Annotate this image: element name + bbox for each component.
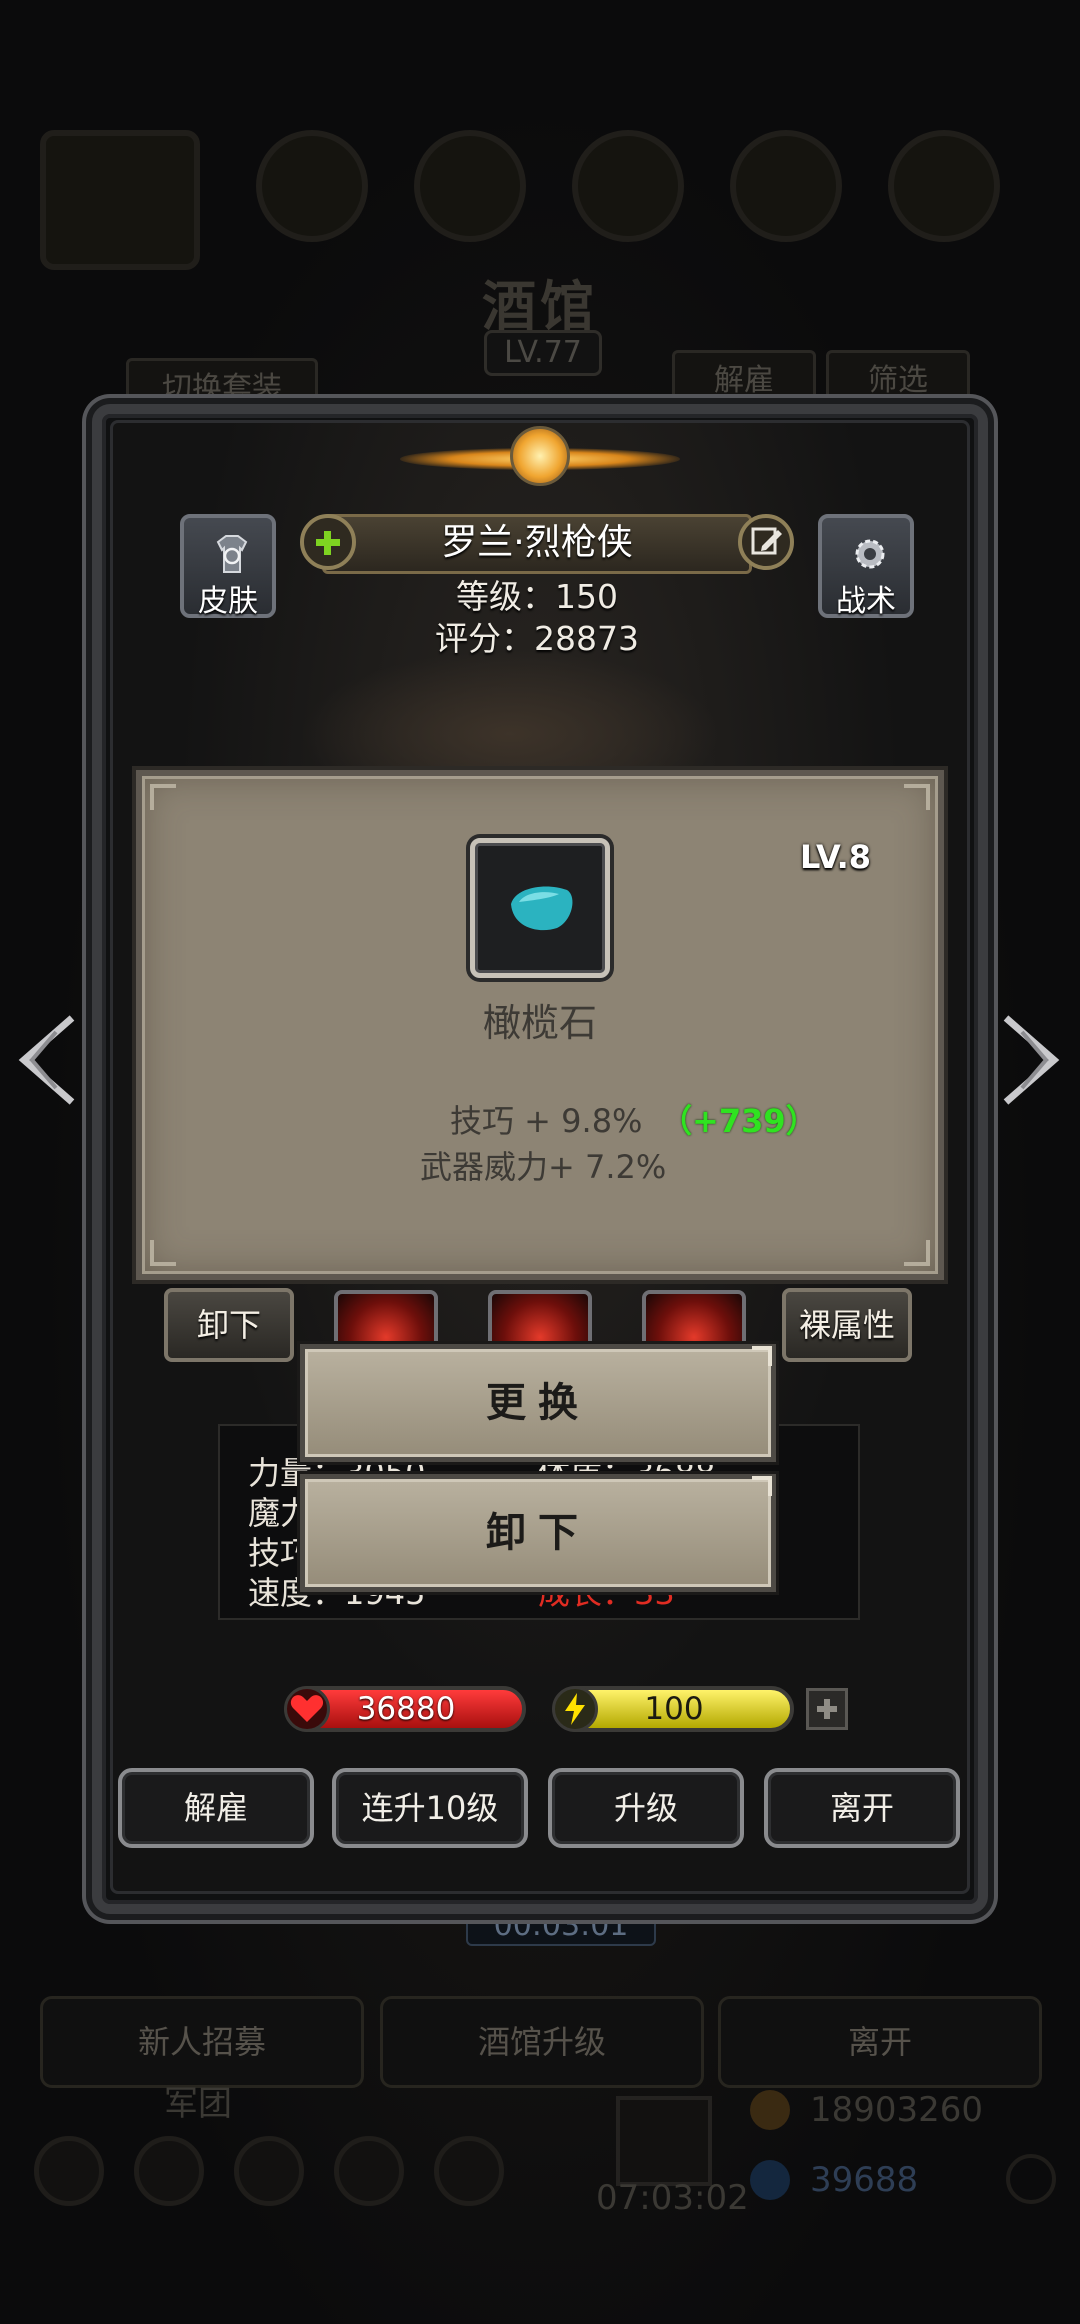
menu-icon <box>234 2136 304 2206</box>
hero-level: 等级：150 <box>456 577 618 616</box>
gold-icon <box>750 2090 790 2130</box>
gold-amount: 18903260 <box>810 2090 984 2130</box>
team-label: 军团 <box>164 2084 232 2124</box>
equipment-slot-icon <box>888 130 1000 242</box>
bg-leave-button: 离开 <box>718 1996 1042 2088</box>
recruit-new-button: 新人招募 <box>40 1996 364 2088</box>
hero-portrait-slot <box>40 130 200 270</box>
replace-button[interactable]: 更换 <box>300 1344 776 1462</box>
chest-icon <box>616 2096 712 2186</box>
hero-name: 罗兰·烈枪侠 <box>441 522 633 563</box>
menu-icon <box>334 2136 404 2206</box>
leave-button[interactable]: 离开 <box>764 1768 960 1848</box>
menu-icon <box>34 2136 104 2206</box>
filter-button: 筛选 <box>826 350 970 412</box>
chest-timer: 07:03:02 <box>596 2178 749 2218</box>
item-level: LV.8 <box>800 838 872 876</box>
card-corner-ornament <box>150 1240 176 1266</box>
naked-stats-button[interactable]: 裸属性 <box>782 1288 912 1362</box>
heart-glyph <box>290 1695 324 1722</box>
gem-socket-1[interactable] <box>334 1290 438 1346</box>
emblem-icon <box>510 426 570 486</box>
card-corner-ornament <box>150 784 176 810</box>
item-name: 橄榄石 <box>482 1001 597 1045</box>
menu-icon <box>434 2136 504 2206</box>
equipment-slot-icon <box>572 130 684 242</box>
skin-button[interactable]: 皮肤 <box>180 514 276 619</box>
refresh-shirt-icon <box>216 535 248 573</box>
tactics-button[interactable]: 战术 <box>818 514 914 619</box>
level-up-10-button[interactable]: 连升10级 <box>332 1768 528 1848</box>
tavern-upgrade-button: 酒馆升级 <box>380 1996 704 2088</box>
gem-currency-icon <box>750 2160 790 2200</box>
bg-dismiss-button: 解雇 <box>672 350 816 412</box>
plus-icon <box>817 1699 837 1719</box>
level-up-button[interactable]: 升级 <box>548 1768 744 1848</box>
item-attribute-bonus: （+739） <box>660 1102 818 1140</box>
gem-socket-2[interactable] <box>488 1290 592 1346</box>
gem-socket-3[interactable] <box>642 1290 746 1346</box>
popup-corner-ornament <box>752 1346 772 1366</box>
skin-label: 皮肤 <box>198 584 258 619</box>
next-hero-arrow-icon[interactable] <box>996 1010 1066 1110</box>
item-attribute-weapon-power: 武器威力+ 7.2% <box>420 1148 667 1186</box>
card-corner-ornament <box>904 1240 930 1266</box>
hero-portrait <box>300 650 720 770</box>
heart-icon <box>284 1686 330 1732</box>
equipment-slot-icon <box>414 130 526 242</box>
rename-button[interactable] <box>738 514 794 570</box>
item-attribute-skill: 技巧 + 9.8% <box>450 1102 643 1140</box>
add-currency-icon <box>1006 2154 1056 2204</box>
equipment-slot-icon <box>730 130 842 242</box>
olivine-gem-icon <box>511 886 573 931</box>
tavern-level-badge: LV.77 <box>484 330 602 376</box>
card-corner-ornament <box>904 784 930 810</box>
lightning-glyph <box>565 1693 585 1725</box>
edit-pencil-icon <box>751 527 782 555</box>
previous-hero-arrow-icon[interactable] <box>12 1010 82 1110</box>
lightning-icon <box>552 1686 598 1732</box>
tactics-label: 战术 <box>836 584 896 619</box>
menu-icon <box>134 2136 204 2206</box>
gear-icon <box>855 539 885 569</box>
unequip-all-button[interactable]: 卸下 <box>164 1288 294 1362</box>
gem-amount: 39688 <box>810 2160 919 2200</box>
popup-unequip-button[interactable]: 卸下 <box>300 1474 776 1592</box>
equipment-slot-icon <box>256 130 368 242</box>
popup-corner-ornament <box>752 1476 772 1496</box>
add-energy-button[interactable] <box>806 1688 848 1730</box>
dismiss-button[interactable]: 解雇 <box>118 1768 314 1848</box>
